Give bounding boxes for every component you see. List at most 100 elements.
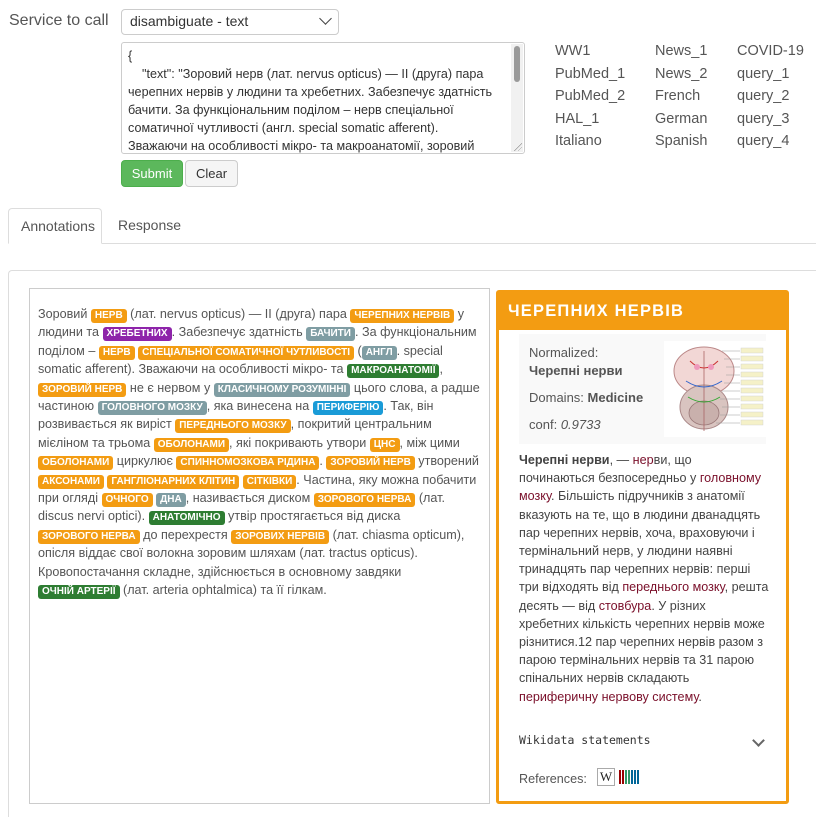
text-segment: . Забезпечує здатність	[171, 325, 307, 340]
service-select-value: disambiguate - text	[130, 13, 249, 29]
text-segment: не є нервом у	[126, 380, 214, 395]
chevron-down-icon	[319, 12, 332, 25]
example-link[interactable]: HAL_1	[555, 110, 645, 133]
entity-tag[interactable]: ЧЕРЕПНИХ НЕРВІВ	[350, 309, 455, 323]
entity-tag[interactable]: ГАНГЛІОНАРНИХ КЛІТИН	[107, 474, 240, 489]
text-segment: диском	[268, 491, 314, 506]
text-segment: ,	[439, 362, 443, 377]
request-line: {	[128, 49, 133, 63]
description-link[interactable]: переднього мозку	[622, 580, 724, 594]
text-segment: Зоровий	[38, 307, 91, 321]
entity-info-card: ЧЕРЕПНИХ НЕРВІВ Normalized: Черепні нерв…	[496, 290, 789, 804]
entity-tag[interactable]: ОБОЛОНАМИ	[153, 437, 230, 452]
example-link[interactable]: query_4	[737, 132, 816, 155]
entity-tag[interactable]: ЗОРОВИЙ НЕРВ	[38, 382, 127, 397]
entity-tag[interactable]: ЗОРОВИХ НЕРВІВ	[231, 529, 330, 544]
example-link[interactable]: German	[655, 110, 745, 133]
example-link[interactable]: WW1	[555, 42, 645, 65]
example-link[interactable]: COVID-19	[737, 42, 816, 65]
domains-label: Domains:	[529, 390, 584, 405]
tab-annotations[interactable]: Annotations	[8, 208, 102, 244]
entity-tag[interactable]: СПЕЦІАЛЬНОЇ СОМАТИЧНОЇ ЧУТЛИВОСТІ	[138, 345, 354, 360]
wikidata-icon[interactable]	[619, 770, 641, 784]
references-label: References:	[519, 772, 587, 786]
entity-tag[interactable]: СІТКІВКИ	[242, 474, 297, 489]
text-segment: .	[296, 472, 300, 487]
example-link[interactable]: query_2	[737, 87, 816, 110]
wikipedia-icon[interactable]: W	[597, 768, 615, 786]
text-segment: (лат. arteria ophtalmica) та її гілкам.	[119, 583, 327, 598]
entity-tag[interactable]: ОЧНІЙ АРТЕРІЇ	[38, 585, 120, 600]
service-label: Service to call	[9, 12, 109, 29]
request-line: соматичної чутливості (англ. special som…	[128, 121, 439, 135]
entity-tag[interactable]: АНГЛ	[361, 345, 397, 360]
entity-tag[interactable]: БАЧИТИ	[306, 327, 355, 342]
wikidata-statements-label: Wikidata statements	[519, 733, 651, 747]
example-link[interactable]: News_2	[655, 65, 745, 88]
text-segment: . За	[354, 325, 377, 340]
description-link[interactable]: нер	[633, 453, 654, 467]
entity-tag[interactable]: ГОЛОВНОГО МОЗКУ	[97, 401, 207, 416]
conf-value: 0.9733	[560, 417, 601, 432]
service-select[interactable]: disambiguate - text	[121, 9, 339, 35]
entity-meta: Normalized: Черепні нерви Domains: Medic…	[519, 334, 770, 444]
entity-tag[interactable]: ОБОЛОНАМИ	[38, 456, 114, 471]
entity-tag[interactable]: ЗОРОВОГО НЕРВА	[38, 529, 140, 544]
textarea-scrollbar[interactable]	[511, 44, 523, 152]
example-link[interactable]: News_1	[655, 42, 745, 65]
entity-tag[interactable]: ДНА	[156, 493, 186, 508]
tab-bar: Annotations Response	[8, 208, 816, 244]
description-link[interactable]: периферичну нервову систему	[519, 690, 698, 704]
domains-value: Medicine	[587, 390, 644, 405]
entity-tag[interactable]: ЗОРОВИЙ НЕРВ	[326, 456, 415, 471]
entity-tag[interactable]: ЗОРОВОГО НЕРВА	[313, 493, 416, 508]
entity-tag[interactable]: НЕРВ	[90, 309, 127, 323]
entity-tag[interactable]: КЛАСИЧНОМУ РОЗУМІННІ	[213, 382, 351, 397]
request-line: Зважаючи на особливості мікро- та макроа…	[128, 139, 475, 153]
chevron-down-icon	[752, 734, 765, 747]
description-link[interactable]: стовбура	[599, 599, 652, 613]
text-segment: , які покривають утвори	[229, 435, 367, 450]
example-link[interactable]: Italiano	[555, 132, 645, 155]
text-segment: простягається від диска	[260, 509, 401, 524]
resize-grip-icon[interactable]	[514, 143, 522, 151]
text-segment: , називається	[185, 491, 265, 506]
scrollbar-thumb[interactable]	[514, 46, 520, 82]
brain-diagram-image	[664, 341, 770, 437]
clear-button[interactable]: Clear	[185, 160, 238, 187]
wikidata-statements-toggle[interactable]: Wikidata statements	[519, 733, 769, 747]
example-link[interactable]: query_3	[737, 110, 816, 133]
example-link[interactable]: PubMed_1	[555, 65, 645, 88]
request-textarea[interactable]: { "text": "Зоровий нерв (лат. nervus opt…	[121, 42, 525, 154]
conf-label: conf:	[529, 417, 558, 432]
text-segment: у	[454, 307, 465, 321]
example-link[interactable]: PubMed_2	[555, 87, 645, 110]
example-link[interactable]: query_1	[737, 65, 816, 88]
entity-tag[interactable]: СПИННОМОЗКОВА РІДИНА	[176, 456, 320, 471]
text-segment: , яка винесена на	[206, 399, 310, 414]
text-segment: до перехрестя	[139, 527, 232, 542]
tab-response[interactable]: Response	[106, 208, 193, 243]
normalized-value: Черепні нерви	[529, 363, 623, 378]
entity-tag[interactable]: ПЕРИФЕРІЮ	[312, 401, 384, 416]
request-line: черепних нервів у людини та хребетних. З…	[128, 85, 493, 99]
entity-description: Черепні нерви, — нерви, що починаються б…	[519, 451, 769, 706]
normalized-label: Normalized:	[529, 345, 599, 360]
description-term: Черепні нерви	[519, 453, 610, 467]
entity-tag[interactable]: ПЕРЕДНЬОГО МОЗКУ	[175, 419, 291, 434]
example-link[interactable]: French	[655, 87, 745, 110]
entity-tag[interactable]: ХРЕБЕТНИХ	[102, 327, 172, 342]
example-link[interactable]: Spanish	[655, 132, 745, 155]
text-segment: , покритий	[290, 417, 351, 432]
entity-tag[interactable]: АКСОНАМИ	[38, 474, 104, 489]
text-segment: (лат. nervus opticus) — II (друга) пара	[126, 307, 351, 321]
entity-title: ЧЕРЕПНИХ НЕРВІВ	[499, 293, 786, 330]
entity-tag[interactable]: ОЧНОГО	[101, 493, 153, 508]
entity-tag[interactable]: ЦНС	[369, 437, 400, 452]
entity-tag[interactable]: МАКРОАНАТОМІЇ	[347, 364, 440, 379]
entity-tag[interactable]: НЕРВ	[98, 345, 135, 360]
entity-tag[interactable]: АНАТОМІЧНО	[148, 511, 225, 526]
submit-button[interactable]: Submit	[121, 160, 183, 187]
description-text: .	[698, 689, 702, 704]
description-text: , —	[609, 453, 633, 467]
